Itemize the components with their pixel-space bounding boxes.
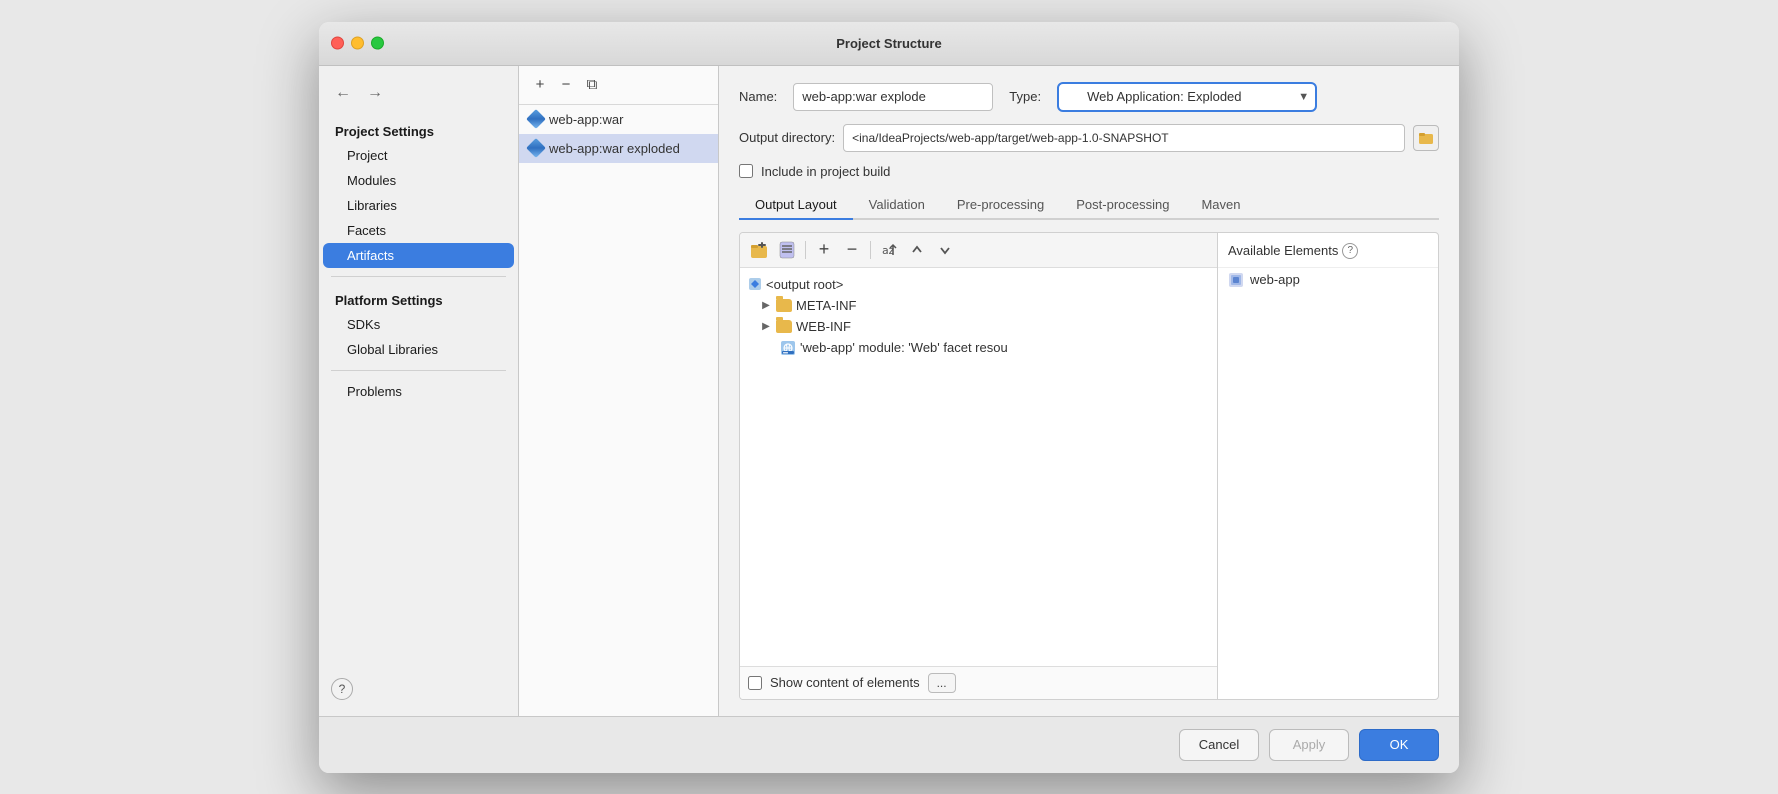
sidebar-divider-2: [331, 370, 506, 371]
create-directory-button[interactable]: [746, 237, 772, 263]
tab-post-processing[interactable]: Post-processing: [1060, 191, 1185, 220]
layout-toolbar: + − a z: [740, 233, 1217, 268]
output-tree: <output root> ▶ META-INF ▶ WEB-INF: [740, 268, 1217, 666]
sidebar-item-facets[interactable]: Facets: [319, 218, 518, 243]
list-item[interactable]: web-app:war exploded: [519, 134, 718, 163]
create-dir-icon: [750, 241, 768, 259]
sidebar-item-problems[interactable]: Problems: [319, 379, 518, 404]
traffic-lights: [331, 37, 384, 50]
titlebar: Project Structure: [319, 22, 1459, 66]
tab-output-layout[interactable]: Output Layout: [739, 191, 853, 220]
sort-icon: a z: [880, 241, 898, 259]
compress-icon: [778, 241, 796, 259]
apply-button[interactable]: Apply: [1269, 729, 1349, 761]
folder-browse-icon: [1419, 131, 1433, 145]
name-input[interactable]: [793, 83, 993, 111]
cancel-button[interactable]: Cancel: [1179, 729, 1259, 761]
move-down-button[interactable]: [932, 237, 958, 263]
output-root-icon: [748, 277, 762, 291]
available-elements-panel: Available Elements ? web-app: [1218, 233, 1438, 699]
tree-item-output-root[interactable]: <output root>: [740, 274, 1217, 295]
type-select-wrapper: Web Application: Exploded ▼: [1057, 82, 1317, 112]
sidebar: ← → Project Settings Project Modules Lib…: [319, 66, 519, 716]
tree-item-web-inf[interactable]: ▶ WEB-INF: [740, 316, 1217, 337]
down-arrow-icon: [937, 242, 953, 258]
tree-item-meta-inf[interactable]: ▶ META-INF: [740, 295, 1217, 316]
folder-icon: [776, 299, 792, 312]
forward-button[interactable]: →: [363, 82, 387, 104]
platform-settings-header: Platform Settings: [319, 285, 518, 312]
available-elements-help-icon[interactable]: ?: [1342, 243, 1358, 259]
content-area: + − a z: [739, 232, 1439, 700]
available-item-web-app[interactable]: web-app: [1218, 268, 1438, 292]
remove-element-button[interactable]: −: [839, 237, 865, 263]
type-select[interactable]: Web Application: Exploded: [1057, 82, 1317, 112]
sidebar-item-sdks[interactable]: SDKs: [319, 312, 518, 337]
available-elements-header: Available Elements ?: [1218, 239, 1438, 268]
remove-artifact-button[interactable]: −: [553, 72, 579, 98]
minimize-button[interactable]: [351, 37, 364, 50]
sidebar-item-artifacts[interactable]: Artifacts: [323, 243, 514, 268]
toolbar-separator-2: [870, 241, 871, 259]
sort-button[interactable]: a z: [876, 237, 902, 263]
output-dir-input[interactable]: [843, 124, 1405, 152]
artifact-icon: [526, 109, 546, 129]
artifacts-list-panel: + − ⧉ web-app:war web-app:war exploded: [519, 66, 719, 716]
browse-output-dir-button[interactable]: [1413, 125, 1439, 151]
tabs-bar: Output Layout Validation Pre-processing …: [739, 191, 1439, 220]
show-content-checkbox[interactable]: [748, 676, 762, 690]
ellipsis-button[interactable]: ...: [928, 673, 956, 693]
name-label: Name:: [739, 89, 777, 104]
move-up-button[interactable]: [904, 237, 930, 263]
sidebar-item-libraries[interactable]: Libraries: [319, 193, 518, 218]
show-content-row: Show content of elements ...: [740, 666, 1217, 699]
artifact-icon: [526, 138, 546, 158]
sidebar-bottom: ?: [319, 670, 518, 708]
help-button[interactable]: ?: [331, 678, 353, 700]
include-build-row: Include in project build: [739, 164, 1439, 179]
footer: Cancel Apply OK: [319, 716, 1459, 773]
nav-buttons: ← →: [319, 74, 518, 116]
main-content: ← → Project Settings Project Modules Lib…: [319, 66, 1459, 716]
sidebar-item-global-libraries[interactable]: Global Libraries: [319, 337, 518, 362]
output-dir-row: Output directory:: [739, 124, 1439, 152]
tree-item-web-facet-resource[interactable]: 'web-app' module: 'Web' facet resou: [740, 337, 1217, 359]
output-layout-panel: + − a z: [740, 233, 1218, 699]
right-panel: Name: Type: Web Application: Exploded ▼: [719, 66, 1459, 716]
toolbar-separator: [805, 241, 806, 259]
add-element-button[interactable]: +: [811, 237, 837, 263]
back-button[interactable]: ←: [331, 82, 355, 104]
sidebar-item-project[interactable]: Project: [319, 143, 518, 168]
expand-icon[interactable]: ▶: [760, 321, 772, 332]
close-button[interactable]: [331, 37, 344, 50]
tab-maven[interactable]: Maven: [1185, 191, 1256, 220]
module-icon: [1228, 272, 1244, 288]
name-type-row: Name: Type: Web Application: Exploded ▼: [739, 82, 1439, 112]
sidebar-item-modules[interactable]: Modules: [319, 168, 518, 193]
sidebar-divider: [331, 276, 506, 277]
web-facet-icon: [780, 340, 796, 356]
copy-artifact-button[interactable]: ⧉: [579, 72, 605, 98]
folder-icon: [776, 320, 792, 333]
list-toolbar: + − ⧉: [519, 66, 718, 105]
tab-pre-processing[interactable]: Pre-processing: [941, 191, 1060, 220]
output-dir-label: Output directory:: [739, 130, 835, 145]
project-settings-header: Project Settings: [319, 116, 518, 143]
dialog-title: Project Structure: [836, 36, 941, 51]
include-in-project-build-checkbox[interactable]: [739, 164, 753, 178]
ok-button[interactable]: OK: [1359, 729, 1439, 761]
compress-button[interactable]: [774, 237, 800, 263]
list-item[interactable]: web-app:war: [519, 105, 718, 134]
type-label: Type:: [1009, 89, 1041, 104]
expand-icon[interactable]: ▶: [760, 300, 772, 311]
up-arrow-icon: [909, 242, 925, 258]
artifacts-list: web-app:war web-app:war exploded: [519, 105, 718, 716]
maximize-button[interactable]: [371, 37, 384, 50]
project-structure-dialog: Project Structure ← → Project Settings P…: [319, 22, 1459, 773]
add-artifact-button[interactable]: +: [527, 72, 553, 98]
show-content-label: Show content of elements: [770, 675, 920, 690]
tab-validation[interactable]: Validation: [853, 191, 941, 220]
include-in-project-build-label[interactable]: Include in project build: [761, 164, 890, 179]
